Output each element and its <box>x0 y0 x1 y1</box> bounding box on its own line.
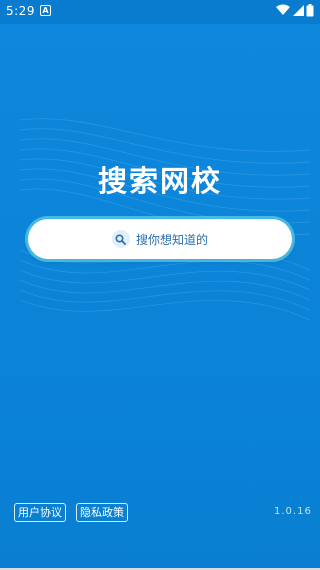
app-title: 搜索网校 <box>97 164 222 198</box>
status-bar: 5:29 A <box>0 0 320 24</box>
search-input[interactable]: 搜你想知道的 <box>28 219 292 259</box>
signal-icon <box>293 5 304 16</box>
user-agreement-link[interactable]: 用户协议 <box>14 503 66 522</box>
status-time: 5:29 <box>6 4 35 18</box>
battery-icon <box>306 4 314 17</box>
search-icon <box>111 230 130 248</box>
wifi-icon <box>276 4 290 15</box>
search-placeholder: 搜你想知道的 <box>135 232 208 247</box>
version-label: 1.0.16 <box>274 506 312 517</box>
privacy-policy-link[interactable]: 隐私政策 <box>76 503 128 522</box>
splash-screen: 5:29 A 搜索网校 搜你想知道的 用户协议 隐私政策 1.0.16 <box>0 0 320 570</box>
notification-icon: A <box>40 5 51 16</box>
wave-decoration <box>20 118 310 321</box>
